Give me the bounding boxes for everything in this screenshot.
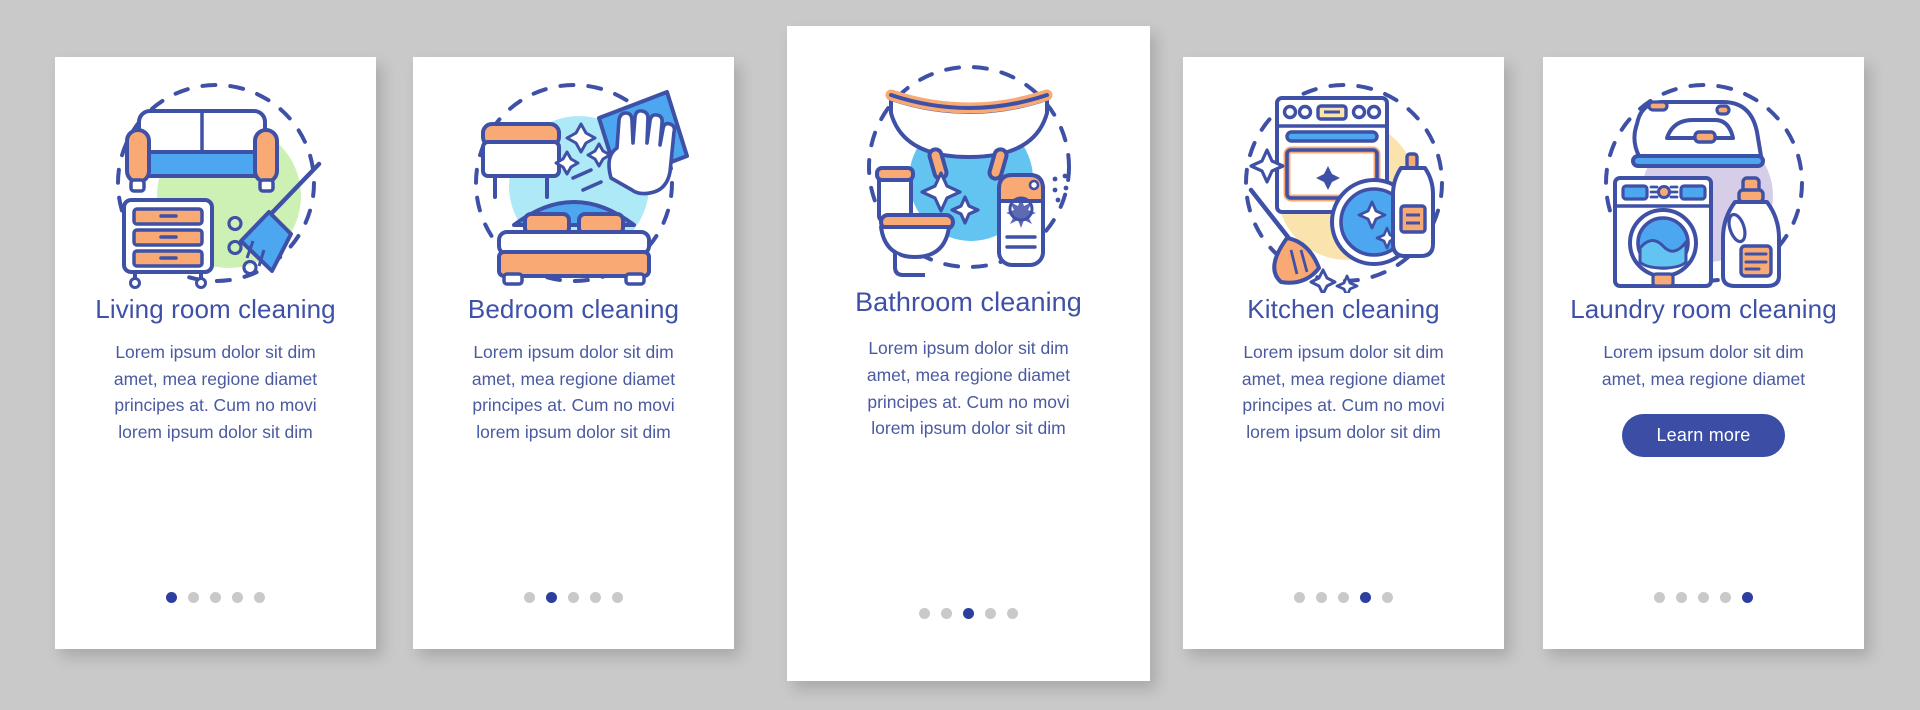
illustration-laundry-room	[1543, 57, 1864, 293]
pagination-dot-2[interactable]	[941, 608, 952, 619]
pagination-dot-3[interactable]	[568, 592, 579, 603]
pagination-dots[interactable]	[787, 608, 1150, 619]
pagination-dots[interactable]	[55, 592, 376, 603]
onboarding-card-bathroom[interactable]: Bathroom cleaning Lorem ipsum dolor sit …	[787, 26, 1150, 681]
pagination-dots[interactable]	[1543, 592, 1864, 603]
sofa-dresser-broom-icon	[115, 82, 321, 289]
pagination-dot-5[interactable]	[1382, 592, 1393, 603]
illustration-living-room	[55, 57, 376, 293]
pagination-dot-3[interactable]	[963, 608, 974, 619]
card-title: Living room cleaning	[95, 294, 336, 324]
pagination-dot-1[interactable]	[1654, 592, 1665, 603]
onboarding-card-laundry-room[interactable]: Laundry room cleaning Lorem ipsum dolor …	[1543, 57, 1864, 649]
pagination-dot-2[interactable]	[546, 592, 557, 603]
onboarding-screens-board: Living room cleaning Lorem ipsum dolor s…	[0, 0, 1920, 710]
pagination-dots[interactable]	[413, 592, 734, 603]
iron-washing-machine-detergent-icon	[1603, 82, 1804, 288]
pagination-dot-4[interactable]	[1360, 592, 1371, 603]
card-description: Lorem ipsum dolor sit dim amet, mea regi…	[1241, 342, 1446, 443]
card-description: Lorem ipsum dolor sit dim amet, mea regi…	[1601, 342, 1806, 389]
pagination-dot-5[interactable]	[254, 592, 265, 603]
pagination-dot-1[interactable]	[919, 608, 930, 619]
card-title: Laundry room cleaning	[1570, 294, 1837, 324]
card-description: Lorem ipsum dolor sit dim amet, mea regi…	[471, 342, 676, 443]
pagination-dot-4[interactable]	[985, 608, 996, 619]
pagination-dot-4[interactable]	[1720, 592, 1731, 603]
onboarding-card-living-room[interactable]: Living room cleaning Lorem ipsum dolor s…	[55, 57, 376, 649]
pagination-dot-2[interactable]	[1676, 592, 1687, 603]
pagination-dots[interactable]	[1183, 592, 1504, 603]
card-title: Kitchen cleaning	[1247, 294, 1440, 324]
pagination-dot-2[interactable]	[188, 592, 199, 603]
illustration-kitchen	[1183, 57, 1504, 293]
pagination-dot-1[interactable]	[166, 592, 177, 603]
pagination-dot-5[interactable]	[612, 592, 623, 603]
illustration-bedroom	[413, 57, 734, 293]
cta-container: Learn more	[1543, 414, 1864, 458]
onboarding-card-kitchen[interactable]: Kitchen cleaning Lorem ipsum dolor sit d…	[1183, 57, 1504, 649]
pagination-dot-3[interactable]	[1698, 592, 1709, 603]
pagination-dot-1[interactable]	[524, 592, 535, 603]
pagination-dot-5[interactable]	[1007, 608, 1018, 619]
card-title: Bathroom cleaning	[855, 287, 1082, 317]
pagination-dot-5[interactable]	[1742, 592, 1753, 603]
bed-nightstand-wiping-hand-icon	[473, 82, 689, 286]
card-description: Lorem ipsum dolor sit dim amet, mea regi…	[866, 338, 1071, 439]
pagination-dot-3[interactable]	[210, 592, 221, 603]
pagination-dot-1[interactable]	[1294, 592, 1305, 603]
card-title: Bedroom cleaning	[467, 294, 680, 324]
pagination-dot-4[interactable]	[232, 592, 243, 603]
onboarding-card-bedroom[interactable]: Bedroom cleaning Lorem ipsum dolor sit d…	[413, 57, 734, 649]
pagination-dot-3[interactable]	[1338, 592, 1349, 603]
stove-mop-pan-detergent-icon	[1243, 82, 1444, 293]
pagination-dot-2[interactable]	[1316, 592, 1327, 603]
pagination-dot-4[interactable]	[590, 592, 601, 603]
learn-more-button[interactable]: Learn more	[1622, 414, 1785, 458]
bathtub-toilet-spray-icon	[866, 64, 1071, 277]
card-description: Lorem ipsum dolor sit dim amet, mea regi…	[113, 342, 318, 443]
illustration-bathroom	[787, 26, 1150, 286]
